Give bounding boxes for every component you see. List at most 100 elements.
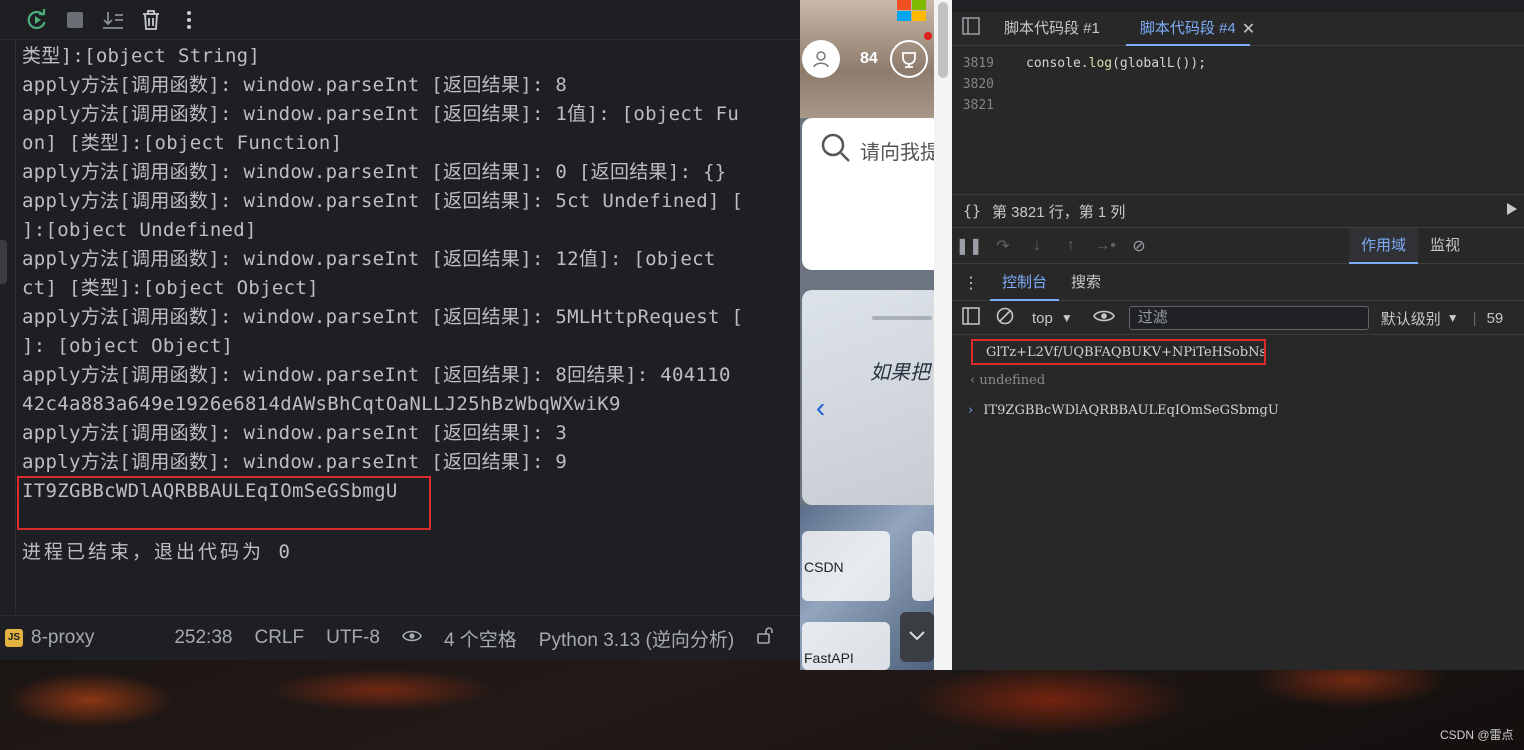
console-line: apply方法[调用函数]: window.parseInt [返回结果]: 8…	[22, 364, 731, 386]
tab-scope[interactable]: 作用域	[1348, 227, 1418, 264]
microsoft-logo-icon	[897, 0, 927, 22]
issues-count[interactable]: 59	[1487, 310, 1504, 327]
tab-snippet-1[interactable]: 脚本代码段 #1	[990, 12, 1114, 46]
tab-snippet-4[interactable]: 脚本代码段 #4	[1125, 12, 1250, 46]
more-icon[interactable]	[174, 5, 204, 35]
log-level-select[interactable]: 默认级别	[1381, 308, 1441, 329]
console-line: 42c4a883a649e1926e6814dAWsBhCqtOaNLLJ25h…	[22, 393, 621, 415]
watermark: CSDN @雷点	[1440, 728, 1514, 742]
filter-input[interactable]: 过滤	[1128, 306, 1369, 330]
console-line: 类型]:[object String]	[22, 45, 261, 67]
rewards-icon[interactable]	[890, 40, 928, 78]
result-highlight-box	[17, 476, 431, 530]
return-value: undefined	[979, 373, 1046, 388]
exit-message: 进程已结束，退出代码为 0	[22, 541, 293, 563]
code-line: 3821	[952, 95, 1524, 116]
console-output-line: › IT9ZGBBcWDlAQRBBAULEqIOmSeGSbmgU	[968, 403, 1524, 418]
console-line: ]: [object Object]	[22, 335, 234, 357]
search-placeholder[interactable]: 请向我提	[860, 136, 940, 165]
clear-console-icon[interactable]	[990, 307, 1020, 329]
return-arrow-icon: ‹	[970, 373, 976, 388]
debugger-toolbar: ❚❚ ↷ ↓ ↑ →• ⊘ 作用域 监视	[952, 227, 1524, 264]
banner-handle	[872, 316, 932, 320]
eye-icon[interactable]	[1092, 309, 1115, 327]
code-editor[interactable]: 3819 console.log(globalL()); 3820 3821	[952, 46, 1524, 194]
status-cursor-position[interactable]: 252:38	[174, 627, 232, 649]
sidebar-icon[interactable]	[952, 307, 990, 329]
dropdown-arrow-icon[interactable]: ▼	[1061, 311, 1073, 325]
console-line: ct] [类型]:[object Object]	[22, 277, 319, 299]
tab-search[interactable]: 搜索	[1059, 265, 1113, 301]
stop-icon[interactable]	[60, 5, 90, 35]
run-snippet-icon[interactable]	[1506, 202, 1518, 220]
devtools-panel: 脚本代码段 #1 脚本代码段 #4 ✕ 3819 console.log(glo…	[952, 0, 1524, 670]
unlock-icon[interactable]	[756, 626, 774, 650]
scroll-to-end-icon[interactable]	[98, 5, 128, 35]
trash-icon[interactable]	[136, 5, 166, 35]
console-line: apply方法[调用函数]: window.parseInt [返回结果]: 9	[22, 451, 568, 473]
line-number: 3821	[962, 98, 994, 113]
cursor-position: 第 3821 行，第 1 列	[992, 203, 1126, 221]
eye-icon[interactable]	[402, 627, 422, 649]
step-icon[interactable]: →•	[1088, 237, 1122, 255]
close-icon[interactable]: ✕	[1242, 19, 1255, 39]
step-over-icon[interactable]: ↷	[986, 236, 1020, 256]
search-icon	[820, 132, 852, 169]
console-toolbar: top ▼ 过滤 默认级别 ▼ | 59	[952, 302, 1524, 335]
chevron-left-icon[interactable]: ‹	[816, 392, 825, 424]
tile-label: CSDN	[804, 559, 844, 575]
deactivate-breakpoints-icon[interactable]: ⊘	[1122, 236, 1156, 256]
browser-scrollbar-thumb[interactable]	[938, 2, 948, 78]
tab-watch[interactable]: 监视	[1418, 228, 1472, 264]
snippet-tabs: 脚本代码段 #1 脚本代码段 #4 ✕	[952, 12, 1524, 46]
pause-icon[interactable]: ❚❚	[952, 236, 986, 256]
code-text: console.log(globalL());	[1026, 56, 1207, 71]
status-file-name[interactable]: 8-proxy	[31, 627, 94, 649]
pretty-print-icon[interactable]: {}	[952, 202, 992, 220]
line-number: 3820	[962, 77, 994, 92]
tile-partial[interactable]	[912, 531, 934, 601]
status-line-ending[interactable]: CRLF	[254, 627, 304, 649]
chevron-right-icon: ›	[968, 403, 974, 418]
console-result: IT9ZGBBcWDlAQRBBAULEqIOmSeGSbmgU	[983, 403, 1279, 418]
ide-run-panel: 类型]:[object String] apply方法[调用函数]: windo…	[0, 0, 800, 660]
console-line: ]:[object Undefined]	[22, 219, 257, 241]
code-line: 3819 console.log(globalL());	[952, 53, 1524, 74]
status-encoding[interactable]: UTF-8	[326, 627, 380, 649]
code-line: 3820	[952, 74, 1524, 95]
status-interpreter[interactable]: Python 3.13 (逆向分析)	[539, 625, 734, 652]
drawer-menu-icon[interactable]: ⋮	[952, 273, 990, 293]
console-line: on] [类型]:[object Function]	[22, 132, 343, 154]
console-line: apply方法[调用函数]: window.parseInt [返回结果]: 3	[22, 422, 568, 444]
console-line: apply方法[调用函数]: window.parseInt [返回结果]: 1…	[22, 248, 716, 270]
chevron-down-icon[interactable]	[900, 612, 934, 662]
rerun-icon[interactable]	[22, 5, 52, 35]
reward-count: 84	[860, 50, 878, 67]
sidebar-toggle-icon[interactable]	[952, 17, 990, 40]
devtools-highlight-box	[971, 339, 1266, 365]
step-into-icon[interactable]: ↓	[1020, 237, 1054, 255]
banner-text: 如果把	[870, 362, 930, 384]
run-toolbar	[0, 0, 800, 40]
tab-console[interactable]: 控制台	[990, 265, 1060, 301]
console-line: apply方法[调用函数]: window.parseInt [返回结果]: 5…	[22, 190, 744, 212]
browser-scrollbar[interactable]	[934, 0, 952, 670]
line-number: 3819	[962, 56, 994, 71]
console-line: apply方法[调用函数]: window.parseInt [返回结果]: 1…	[22, 103, 740, 125]
status-indent[interactable]: 4 个空格	[444, 625, 517, 652]
ide-status-bar: JS 8-proxy 252:38 CRLF UTF-8 4 个空格 Pytho…	[0, 615, 800, 660]
devtools-top-strip	[952, 0, 1524, 12]
notification-dot	[924, 32, 932, 40]
cursor-status-bar: {} 第 3821 行，第 1 列	[952, 194, 1524, 228]
context-selector[interactable]: top	[1032, 310, 1053, 327]
user-avatar-icon[interactable]	[802, 40, 840, 78]
browser-window: 84 请向我提 如果把 ‹ CSDN FastAPI	[800, 0, 952, 670]
drawer-tabs: ⋮ 控制台 搜索	[952, 265, 1524, 301]
console-line: apply方法[调用函数]: window.parseInt [返回结果]: 0…	[22, 161, 727, 183]
console-line: apply方法[调用函数]: window.parseInt [返回结果]: 8	[22, 74, 568, 96]
console-line: apply方法[调用函数]: window.parseInt [返回结果]: 5…	[22, 306, 744, 328]
gutter-marker	[0, 240, 7, 284]
step-out-icon[interactable]: ↑	[1054, 237, 1088, 255]
tile-label: FastAPI	[804, 650, 854, 666]
dropdown-arrow-icon[interactable]: ▼	[1447, 311, 1459, 325]
